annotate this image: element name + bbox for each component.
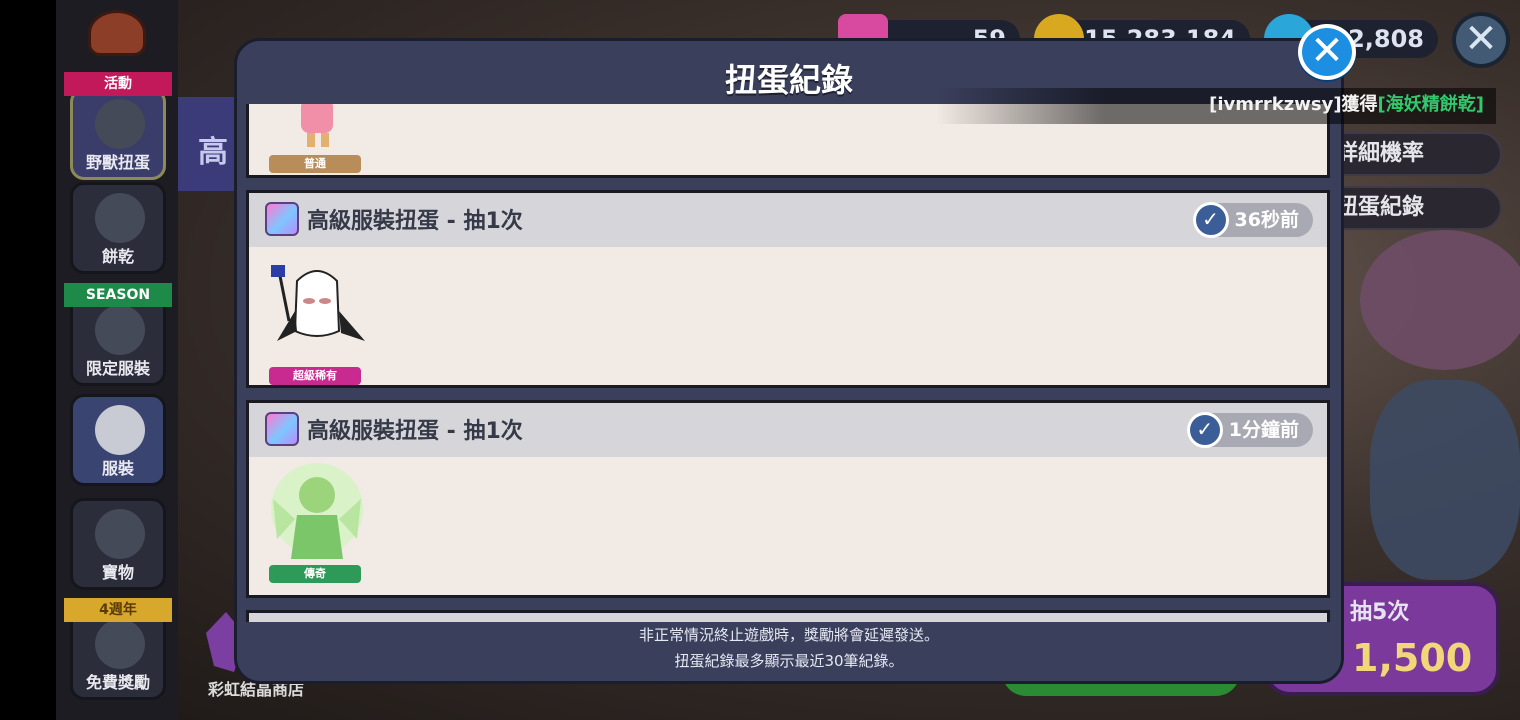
legendary-costume-art-icon xyxy=(271,463,363,559)
gacha-record-button[interactable]: 扭蛋紀錄 xyxy=(1320,186,1502,230)
ticker-user: [ivmrrkzwsy]獲得 xyxy=(1209,94,1378,115)
cookie-icon xyxy=(95,193,145,243)
pull-5-price: 1,500 xyxy=(1352,636,1473,680)
event-ribbon: 活動 xyxy=(64,72,172,96)
footer-notice-2: 扭蛋紀錄最多顯示最近30筆紀錄。 xyxy=(674,652,904,670)
reward-item[interactable]: 普通 xyxy=(257,104,375,173)
pull-5-label: 抽5次 xyxy=(1350,600,1410,625)
home-icon[interactable] xyxy=(88,10,146,56)
record-header xyxy=(249,613,1327,622)
sidebar-item-label: 免費獎勵 xyxy=(85,673,150,692)
background-rock xyxy=(1370,380,1520,580)
left-letterbox xyxy=(0,0,56,720)
record-card xyxy=(246,610,1330,622)
record-time-text: 1分鐘前 xyxy=(1228,419,1299,441)
cookie-art-icon xyxy=(301,104,333,147)
sidebar-item-treasure[interactable]: 寶物 xyxy=(70,498,166,590)
record-time: ✓ 36秒前 xyxy=(1192,202,1313,238)
detail-rate-button[interactable]: 詳細機率 xyxy=(1320,132,1502,176)
sidebar-item-label: 服裝 xyxy=(101,459,134,478)
sidebar-item-beast-gacha[interactable]: 野獸扭蛋 xyxy=(70,88,166,180)
record-time: ✓ 1分鐘前 xyxy=(1186,412,1313,448)
record-card: 高級服裝扭蛋 - 抽1次 ✓ 36秒前 超級稀有 xyxy=(246,190,1330,388)
clock-icon: ✓ xyxy=(1192,202,1229,238)
rarity-badge: 超級稀有 xyxy=(269,367,361,385)
shirt-icon xyxy=(95,405,145,455)
shirt-check-icon xyxy=(95,305,145,355)
season-ribbon: SEASON xyxy=(64,283,172,307)
reward-item[interactable]: 傳奇 xyxy=(257,459,375,583)
background-banner-text: 高 xyxy=(198,135,228,170)
background-mushroom xyxy=(1360,230,1520,370)
sidebar-item-label: 野獸扭蛋 xyxy=(85,153,150,172)
record-time-text: 36秒前 xyxy=(1234,209,1299,231)
sidebar-item-label: 餅乾 xyxy=(101,247,134,266)
sidebar-item-label: 寶物 xyxy=(101,563,134,582)
beast-gacha-icon xyxy=(95,99,145,149)
sidebar-item-cookie[interactable]: 餅乾 xyxy=(70,182,166,274)
sidebar-item-label: 限定服裝 xyxy=(85,359,150,378)
footer-notice-1: 非正常情況終止遊戲時，獎勵將會延遲發送。 xyxy=(638,626,939,644)
anniversary-ribbon: 4週年 xyxy=(64,598,172,622)
record-header: 高級服裝扭蛋 - 抽1次 ✓ 36秒前 xyxy=(249,193,1327,247)
modal-footer: 非正常情況終止遊戲時，獎勵將會延遲發送。 扭蛋紀錄最多顯示最近30筆紀錄。 xyxy=(234,622,1344,682)
ghost-costume-art-icon xyxy=(271,265,365,341)
rarity-badge: 傳奇 xyxy=(269,565,361,583)
sidebar-item-limited-costume[interactable]: 限定服裝 xyxy=(70,294,166,386)
treasure-icon xyxy=(95,509,145,559)
costume-gacha-box-icon xyxy=(265,202,299,236)
close-modal-button[interactable]: ✕ xyxy=(1298,24,1356,80)
record-list[interactable]: 普通 高級服裝扭蛋 - 抽1次 ✓ 36秒前 超級稀有 高級服裝扭蛋 - 抽1次… xyxy=(246,104,1332,622)
clock-icon: ✓ xyxy=(1186,412,1223,448)
costume-gacha-box-icon xyxy=(265,412,299,446)
record-title: 高級服裝扭蛋 - 抽1次 xyxy=(307,209,523,234)
record-header: 高級服裝扭蛋 - 抽1次 ✓ 1分鐘前 xyxy=(249,403,1327,457)
ticker-item: [海妖精餅乾] xyxy=(1377,94,1484,115)
reward-item[interactable]: 超級稀有 xyxy=(257,261,375,385)
rarity-badge: 普通 xyxy=(269,155,361,173)
announcement-text: [ivmrrkzwsy]獲得[海妖精餅乾] xyxy=(1209,90,1484,116)
close-screen-button[interactable]: ✕ xyxy=(1452,12,1510,68)
record-card: 高級服裝扭蛋 - 抽1次 ✓ 1分鐘前 傳奇 xyxy=(246,400,1330,598)
gift-icon xyxy=(95,619,145,669)
record-title: 高級服裝扭蛋 - 抽1次 xyxy=(307,419,523,444)
sidebar-item-costume[interactable]: 服裝 xyxy=(70,394,166,486)
